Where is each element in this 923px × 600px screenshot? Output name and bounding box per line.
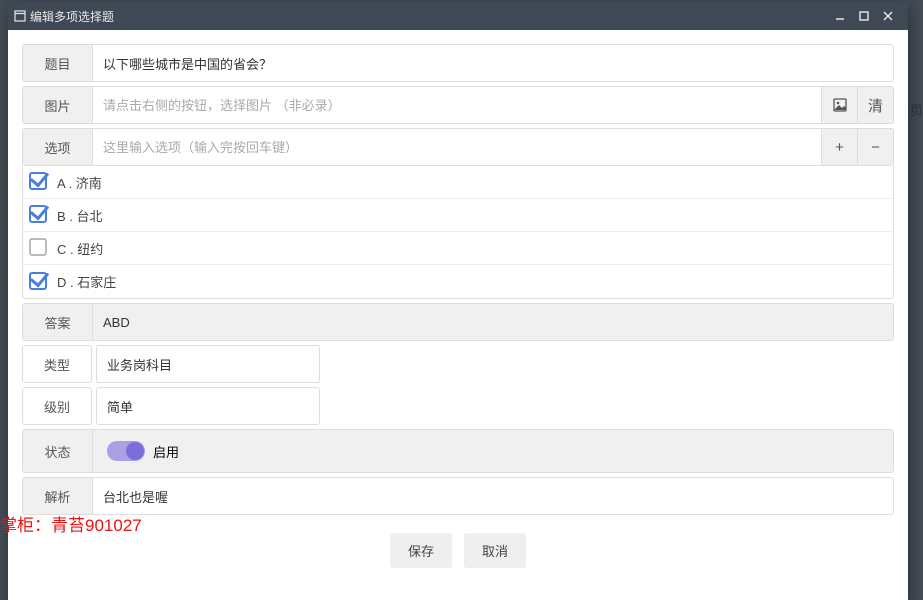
save-button[interactable]: 保存 <box>390 533 452 568</box>
analysis-row: 解析 <box>22 477 894 515</box>
dialog-title: 编辑多项选择题 <box>30 8 114 25</box>
option-checkbox[interactable] <box>29 238 49 258</box>
dialog-content: 题目 图片 清 选项 + − A . 济南 B . 台北 C . 纽约 D . 石家庄… <box>8 30 908 600</box>
answer-label: 答案 <box>23 304 93 340</box>
dialog-footer: 保存 取消 <box>22 519 894 586</box>
option-checkbox[interactable] <box>29 172 49 192</box>
option-text: A . 济南 <box>57 173 102 192</box>
option-input-row: 选项 + − <box>22 128 894 166</box>
image-label: 图片 <box>23 87 93 123</box>
image-row: 图片 清 <box>22 86 894 124</box>
image-input[interactable] <box>103 98 811 113</box>
image-select-button[interactable] <box>821 87 857 123</box>
question-label: 题目 <box>23 45 93 81</box>
status-toggle[interactable] <box>107 441 145 461</box>
option-item[interactable]: B . 台北 <box>23 199 893 232</box>
level-row: 级别 简单 <box>22 387 894 425</box>
option-label: 选项 <box>23 129 93 165</box>
option-text: B . 台北 <box>57 206 103 225</box>
option-text: C . 纽约 <box>57 239 103 258</box>
question-row: 题目 <box>22 44 894 82</box>
answer-row: 答案 ABD <box>22 303 894 341</box>
status-row: 状态 启用 <box>22 429 894 473</box>
status-label: 状态 <box>23 430 93 472</box>
analysis-input[interactable] <box>103 489 883 504</box>
window-icon <box>14 10 26 22</box>
obscured-bg-text: 页 <box>910 100 923 119</box>
close-button[interactable] <box>878 6 902 26</box>
answer-value: ABD <box>93 304 893 340</box>
edit-dialog: 编辑多项选择题 题目 图片 清 选项 + − A . 济南 B . 台北 C . 纽… <box>8 2 908 600</box>
analysis-label: 解析 <box>23 478 93 514</box>
option-add-button[interactable]: + <box>821 129 857 165</box>
option-item[interactable]: A . 济南 <box>23 166 893 199</box>
type-select[interactable]: 业务岗科目 <box>96 345 320 383</box>
minimize-button[interactable] <box>830 6 854 26</box>
option-text: D . 石家庄 <box>57 272 116 291</box>
image-clear-button[interactable]: 清 <box>857 87 893 123</box>
type-row: 类型 业务岗科目 <box>22 345 894 383</box>
status-text: 启用 <box>153 442 179 461</box>
cancel-button[interactable]: 取消 <box>464 533 526 568</box>
question-input[interactable] <box>103 56 883 71</box>
options-list: A . 济南 B . 台北 C . 纽约 D . 石家庄 <box>22 166 894 299</box>
option-input[interactable] <box>103 140 811 155</box>
option-checkbox[interactable] <box>29 205 49 225</box>
level-label: 级别 <box>22 387 92 425</box>
watermark: 掌柜：青苔901027 <box>0 511 142 536</box>
option-checkbox[interactable] <box>29 272 49 292</box>
level-select[interactable]: 简单 <box>96 387 320 425</box>
option-item[interactable]: C . 纽约 <box>23 232 893 265</box>
maximize-button[interactable] <box>854 6 878 26</box>
image-icon <box>832 97 848 113</box>
option-item[interactable]: D . 石家庄 <box>23 265 893 298</box>
option-remove-button[interactable]: − <box>857 129 893 165</box>
titlebar[interactable]: 编辑多项选择题 <box>8 2 908 30</box>
type-label: 类型 <box>22 345 92 383</box>
